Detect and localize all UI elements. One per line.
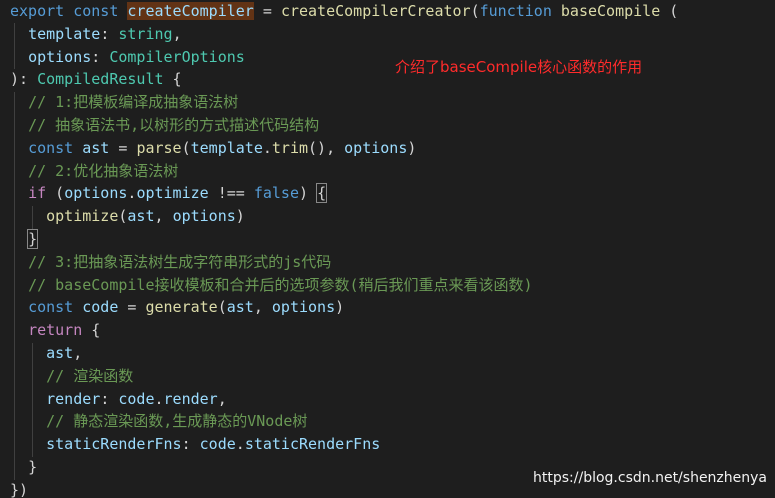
punctuation: . (154, 389, 164, 408)
punctuation: ( (217, 298, 227, 317)
punctuation: ( (660, 2, 679, 20)
code-line: // 1:把模板编译成抽象语法树 (10, 91, 678, 114)
punctuation: } (28, 457, 38, 476)
function-name: optimize (46, 207, 119, 226)
keyword: export (10, 2, 65, 20)
function-name: generate (145, 298, 218, 317)
punctuation: : (100, 389, 119, 408)
punctuation: (), (308, 138, 345, 157)
function-name: parse (136, 138, 182, 157)
keyword: function (479, 2, 552, 20)
variable: code (82, 298, 119, 317)
punctuation: ( (470, 2, 480, 20)
code-line: return { (10, 319, 678, 342)
code-line: template: string, (10, 23, 678, 46)
code-line: // 抽象语法书,以树形的方式描述代码结构 (10, 114, 678, 137)
property: render (46, 389, 101, 408)
operator: = (109, 138, 137, 157)
comment: // 3:把抽象语法树生成字符串形式的js代码 (28, 252, 332, 271)
operator: = (118, 298, 146, 317)
punctuation: : (91, 47, 110, 66)
punctuation: ( (46, 184, 65, 203)
punctuation: }) (10, 480, 29, 498)
type-name: CompilerOptions (109, 47, 245, 66)
punctuation: , (154, 207, 173, 226)
property: ast (46, 343, 74, 362)
variable: template (190, 138, 263, 157)
code-line: if (options.optimize !== false) { (10, 182, 678, 205)
comment: // 2:优化抽象语法树 (28, 161, 179, 180)
type-name: string (118, 24, 173, 43)
punctuation: , (253, 298, 272, 317)
code-line: // 3:把抽象语法树生成字符串形式的js代码 (10, 251, 678, 274)
punctuation: ) (299, 184, 318, 203)
matched-bracket: } (27, 228, 39, 249)
function-name: createCompilerCreator (280, 2, 471, 20)
punctuation: : (100, 24, 119, 43)
comment: // 静态渲染函数,生成静态的VNode树 (46, 412, 308, 431)
variable: code (118, 389, 155, 408)
punctuation: , (73, 343, 83, 362)
punctuation: . (235, 435, 245, 454)
function-name: baseCompile (560, 2, 661, 20)
code-line: render: code.render, (10, 388, 678, 411)
variable: options (64, 184, 128, 203)
operator: = (253, 2, 281, 20)
watermark-url: https://blog.csdn.net/shenzhenya (533, 470, 767, 486)
code-line: staticRenderFns: code.staticRenderFns (10, 433, 678, 456)
punctuation: ): (10, 70, 38, 89)
keyword: return (28, 321, 83, 340)
comment: // baseCompile接收模板和合并后的选项参数(稍后我们重点来看该函数) (28, 275, 533, 294)
code-line: // 渲染函数 (10, 365, 678, 388)
property: staticRenderFns (244, 435, 381, 454)
parameter: template (28, 24, 101, 43)
punctuation: { (163, 70, 182, 89)
keyword: const (28, 138, 74, 157)
code-line: optimize(ast, options) (10, 205, 678, 228)
keyword: const (73, 2, 119, 20)
variable: options (271, 298, 336, 317)
method-name: trim (271, 138, 309, 157)
punctuation: . (262, 138, 272, 157)
variable: options (344, 138, 408, 157)
variable: code (199, 435, 236, 454)
keyword: if (28, 184, 47, 203)
punctuation: , (217, 389, 227, 408)
comment: // 1:把模板编译成抽象语法树 (28, 93, 239, 112)
variable: ast (82, 138, 110, 157)
property: render (163, 389, 218, 408)
keyword: const (28, 298, 74, 317)
punctuation: ) (335, 298, 345, 317)
variable: ast (226, 298, 254, 317)
code-line: export const createCompiler = createComp… (10, 0, 678, 23)
punctuation: : (181, 435, 200, 454)
variable: options (172, 207, 236, 226)
punctuation: , (172, 24, 182, 43)
type-name: CompiledResult (37, 70, 164, 89)
punctuation: ) (407, 138, 417, 157)
code-line: // 静态渲染函数,生成静态的VNode树 (10, 410, 678, 433)
code-line: const ast = parse(template.trim(), optio… (10, 137, 678, 160)
code-editor[interactable]: export const createCompiler = createComp… (0, 0, 775, 498)
keyword: false (253, 184, 299, 203)
comment: // 渲染函数 (46, 366, 134, 385)
code-line: // baseCompile接收模板和合并后的选项参数(稍后我们重点来看该函数) (10, 274, 678, 297)
punctuation: ( (181, 138, 191, 157)
matched-bracket: { (316, 183, 328, 204)
parameter: options (28, 47, 92, 66)
punctuation: ) (235, 207, 245, 226)
punctuation: { (82, 321, 101, 340)
operator: !== (208, 184, 254, 203)
code-line: } (10, 228, 678, 251)
code-line: ast, (10, 342, 678, 365)
selected-identifier[interactable]: createCompiler (127, 2, 254, 20)
property: optimize (136, 184, 209, 203)
variable: ast (127, 207, 155, 226)
comment: // 抽象语法书,以树形的方式描述代码结构 (28, 115, 320, 134)
code-line: // 2:优化抽象语法树 (10, 160, 678, 183)
code-line: const code = generate(ast, options) (10, 296, 678, 319)
annotation-text: 介绍了baseCompile核心函数的作用 (395, 58, 643, 76)
property: staticRenderFns (46, 435, 182, 454)
